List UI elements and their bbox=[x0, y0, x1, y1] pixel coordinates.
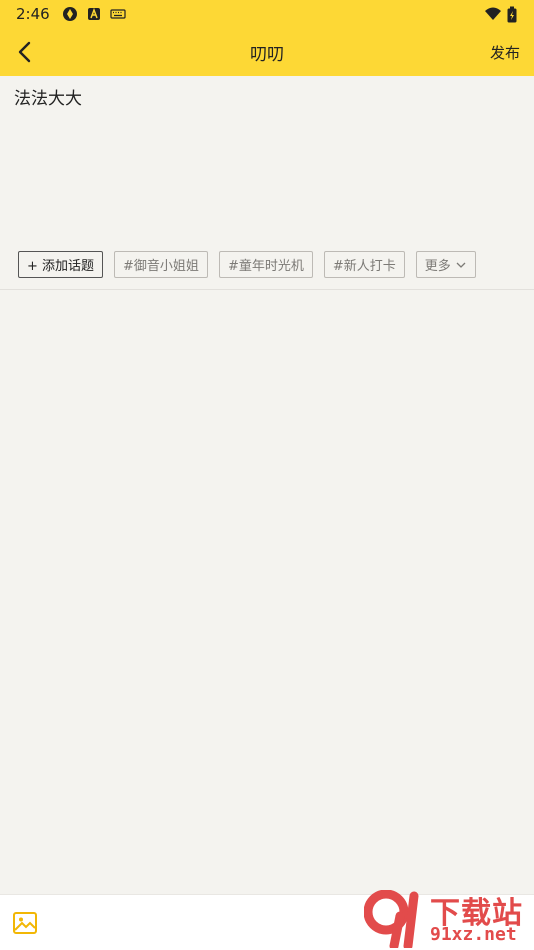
back-button[interactable] bbox=[8, 34, 42, 70]
watermark: 下载站 91xz.net bbox=[364, 888, 534, 950]
status-bar: 2:46 bbox=[0, 0, 534, 28]
keyboard-icon bbox=[110, 6, 126, 22]
topic-chip[interactable]: #新人打卡 bbox=[323, 251, 405, 278]
wifi-icon bbox=[484, 6, 501, 22]
publish-button[interactable]: 发布 bbox=[490, 28, 520, 76]
chevron-left-icon bbox=[18, 41, 31, 63]
more-topics-label: 更多 bbox=[424, 259, 451, 274]
status-icons-left bbox=[62, 6, 126, 22]
app-bar: 叨叨 发布 bbox=[0, 28, 534, 76]
status-time: 2:46 bbox=[16, 5, 50, 23]
shutter-icon bbox=[62, 6, 78, 22]
a-badge-icon bbox=[86, 6, 102, 22]
watermark-url: 91xz.net bbox=[430, 924, 517, 945]
add-image-button[interactable] bbox=[12, 910, 38, 936]
chevron-down-icon bbox=[456, 262, 466, 268]
topic-chip[interactable]: #童年时光机 bbox=[218, 251, 313, 278]
post-editor: 法法大大 + 添加话题 #御音小姐姐 #童年时光机 #新人打卡 更多 bbox=[0, 76, 534, 290]
image-icon bbox=[13, 912, 37, 934]
add-topic-button[interactable]: + 添加话题 bbox=[18, 251, 104, 278]
page-title: 叨叨 bbox=[250, 44, 284, 65]
topic-chip[interactable]: #御音小姐姐 bbox=[114, 251, 208, 278]
post-text-input[interactable]: 法法大大 bbox=[14, 88, 520, 238]
topic-chips: + 添加话题 #御音小姐姐 #童年时光机 #新人打卡 更多 bbox=[18, 251, 476, 278]
divider bbox=[0, 289, 534, 290]
watermark-logo bbox=[364, 890, 419, 948]
status-icons-right bbox=[484, 6, 522, 23]
battery-charging-icon bbox=[506, 6, 522, 23]
more-topics-button[interactable]: 更多 bbox=[415, 251, 476, 278]
